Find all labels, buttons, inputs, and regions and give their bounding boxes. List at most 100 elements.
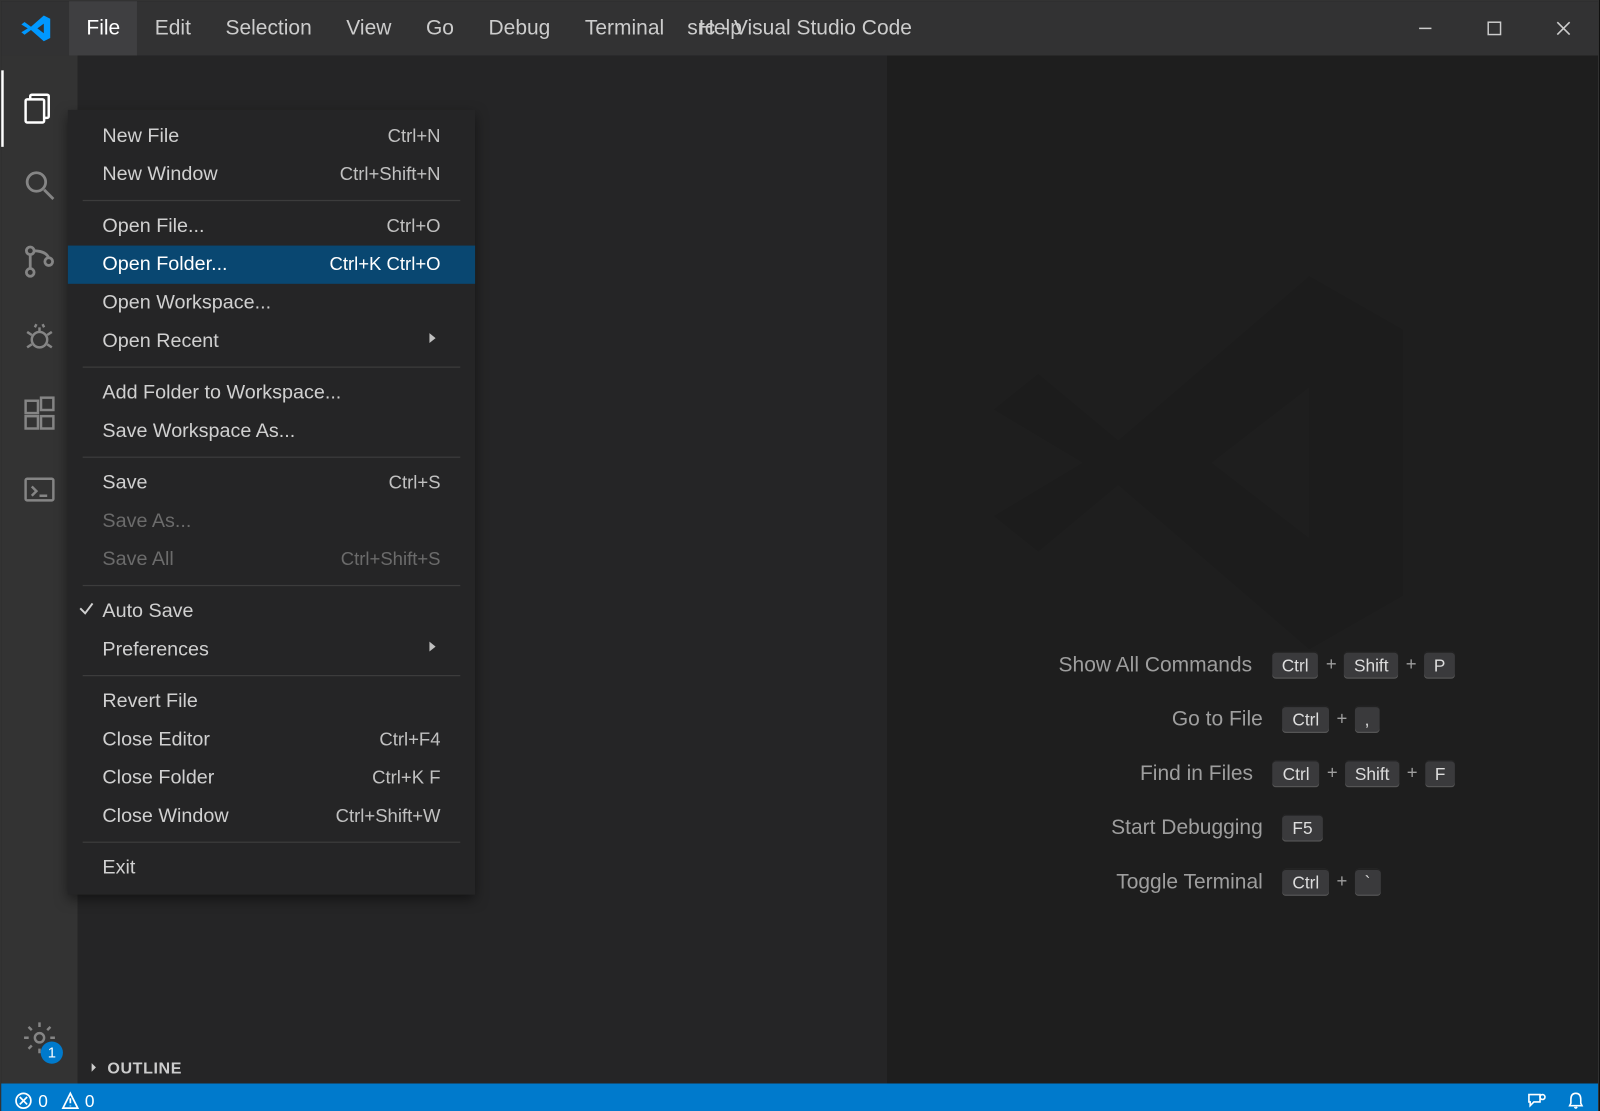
shortcut-row: Start DebuggingF5 [1030, 814, 1455, 841]
file-menu-item[interactable]: Preferences [68, 631, 475, 669]
key: Ctrl [1283, 705, 1330, 732]
activity-debug[interactable] [1, 300, 78, 377]
activity-search[interactable] [1, 147, 78, 224]
menu-debug[interactable]: Debug [471, 1, 567, 55]
file-menu-item[interactable]: Open Recent [68, 322, 475, 360]
file-menu-item[interactable]: Close Folder Ctrl+K F [68, 759, 475, 797]
file-menu-item[interactable]: Save Workspace As... [68, 412, 475, 450]
key: Ctrl [1273, 760, 1320, 787]
activity-explorer[interactable] [1, 70, 78, 147]
bell-icon[interactable] [1566, 1090, 1586, 1110]
minimize-button[interactable] [1391, 1, 1460, 55]
file-menu-item[interactable]: Exit [68, 849, 475, 887]
plus-separator: + [1337, 871, 1348, 892]
key: P [1424, 651, 1455, 678]
file-menu-item: Save AllCtrl+Shift+S [68, 540, 475, 578]
key: Ctrl [1283, 868, 1330, 895]
menu-item-label: Auto Save [102, 600, 193, 622]
shortcut-label: Find in Files [1031, 761, 1253, 786]
file-menu-item[interactable]: Close WindowCtrl+Shift+W [68, 797, 475, 835]
shortcut-label: Toggle Terminal [1041, 869, 1263, 894]
key: ` [1355, 868, 1381, 895]
menu-item-shortcut: Ctrl+F4 [379, 729, 440, 750]
file-menu-item[interactable]: Revert File [68, 682, 475, 720]
menu-edit[interactable]: Edit [137, 1, 208, 55]
key: F [1425, 760, 1455, 787]
menu-item-shortcut: Ctrl+S [389, 473, 441, 494]
menu-item-label: New File [102, 125, 179, 147]
file-menu-item[interactable]: Open File... Ctrl+O [68, 207, 475, 245]
editor-area: Show All CommandsCtrl+Shift+PGo to FileC… [887, 56, 1598, 1084]
menu-item-shortcut: Ctrl+O [387, 216, 441, 237]
file-menu-item[interactable]: Save Ctrl+S [68, 464, 475, 502]
plus-separator: + [1337, 708, 1348, 729]
shortcut-row: Go to File Ctrl +, [1030, 705, 1455, 732]
file-menu-item[interactable]: New File Ctrl+N [68, 117, 475, 155]
warning-count: 0 [85, 1090, 95, 1110]
error-count: 0 [38, 1090, 48, 1110]
shortcut-keys: Ctrl+Shift+F [1273, 760, 1455, 787]
menu-item-label: Save [102, 472, 147, 494]
vscode-window: FileEditSelectionViewGoDebugTerminalHelp… [0, 0, 1599, 1111]
menu-go[interactable]: Go [409, 1, 472, 55]
menu-item-label: Exit [102, 857, 135, 879]
key: Shift [1345, 760, 1399, 787]
titlebar: FileEditSelectionViewGoDebugTerminalHelp… [1, 1, 1598, 55]
menu-item-label: New Window [102, 164, 217, 186]
vscode-logo-icon [1, 1, 69, 55]
menu-file[interactable]: File [69, 1, 137, 55]
menu-item-label: Close Folder [102, 767, 214, 789]
window-controls [1391, 1, 1598, 55]
menu-item-shortcut: Ctrl+Shift+S [341, 549, 441, 570]
close-button[interactable] [1529, 1, 1598, 55]
activity-bar: 1 [1, 56, 78, 1084]
file-menu-item[interactable]: Open Workspace... [68, 284, 475, 322]
file-menu-item[interactable]: Add Folder to Workspace... [68, 374, 475, 412]
activity-settings[interactable]: 1 [1, 1000, 78, 1077]
menu-item-label: Close Editor [102, 729, 210, 751]
menu-separator [83, 842, 461, 843]
menu-view[interactable]: View [329, 1, 409, 55]
settings-badge: 1 [41, 1041, 63, 1063]
activity-source-control[interactable] [1, 223, 78, 300]
body: 1 OUTLINE Show All CommandsCtrl+Shift+PG… [1, 56, 1598, 1084]
menu-terminal[interactable]: Terminal [568, 1, 682, 55]
menu-item-label: Preferences [102, 639, 208, 661]
file-menu-item[interactable]: Open Folder...Ctrl+K Ctrl+O [68, 246, 475, 284]
feedback-icon[interactable] [1526, 1090, 1546, 1110]
menu-item-shortcut: Ctrl+Shift+N [340, 164, 441, 185]
status-bar: 0 0 [1, 1083, 1598, 1111]
activity-extensions[interactable] [1, 376, 78, 453]
shortcut-keys: Ctrl + ` [1283, 868, 1456, 895]
menu-item-shortcut: Ctrl+Shift+W [336, 806, 441, 827]
menu-item-label: Save Workspace As... [102, 420, 295, 442]
plus-separator: + [1407, 763, 1418, 784]
key: F5 [1283, 814, 1323, 841]
file-menu-item: Save As... [68, 502, 475, 540]
menu-selection[interactable]: Selection [208, 1, 329, 55]
shortcut-label: Go to File [1041, 706, 1263, 731]
menu-item-label: Save As... [102, 510, 191, 532]
menu-separator [83, 457, 461, 458]
file-menu-item[interactable]: New Window Ctrl+Shift+N [68, 155, 475, 193]
menu-item-label: Open Recent [102, 330, 218, 352]
activity-console[interactable] [1, 453, 78, 530]
maximize-button[interactable] [1460, 1, 1529, 55]
outline-section[interactable]: OUTLINE [78, 1051, 888, 1083]
outline-label: OUTLINE [107, 1058, 182, 1077]
file-menu-item[interactable]: Auto Save [68, 592, 475, 630]
file-menu-dropdown: New File Ctrl+N New Window Ctrl+Shift+N Open… [68, 110, 475, 895]
menu-item-label: Open Workspace... [102, 292, 271, 314]
menu-separator [83, 366, 461, 367]
key: , [1355, 705, 1380, 732]
menu-separator [83, 585, 461, 586]
menu-bar: FileEditSelectionViewGoDebugTerminalHelp [69, 1, 759, 55]
shortcut-row: Toggle Terminal Ctrl + ` [1030, 868, 1455, 895]
menu-item-label: Revert File [102, 690, 197, 712]
menu-item-label: Open File... [102, 215, 204, 237]
menu-item-shortcut: Ctrl+N [388, 126, 441, 147]
chevron-right-icon [423, 638, 440, 661]
file-menu-item[interactable]: Close Editor Ctrl+F4 [68, 721, 475, 759]
status-problems[interactable]: 0 0 [14, 1090, 95, 1110]
menu-item-shortcut: Ctrl+K F [372, 768, 440, 789]
